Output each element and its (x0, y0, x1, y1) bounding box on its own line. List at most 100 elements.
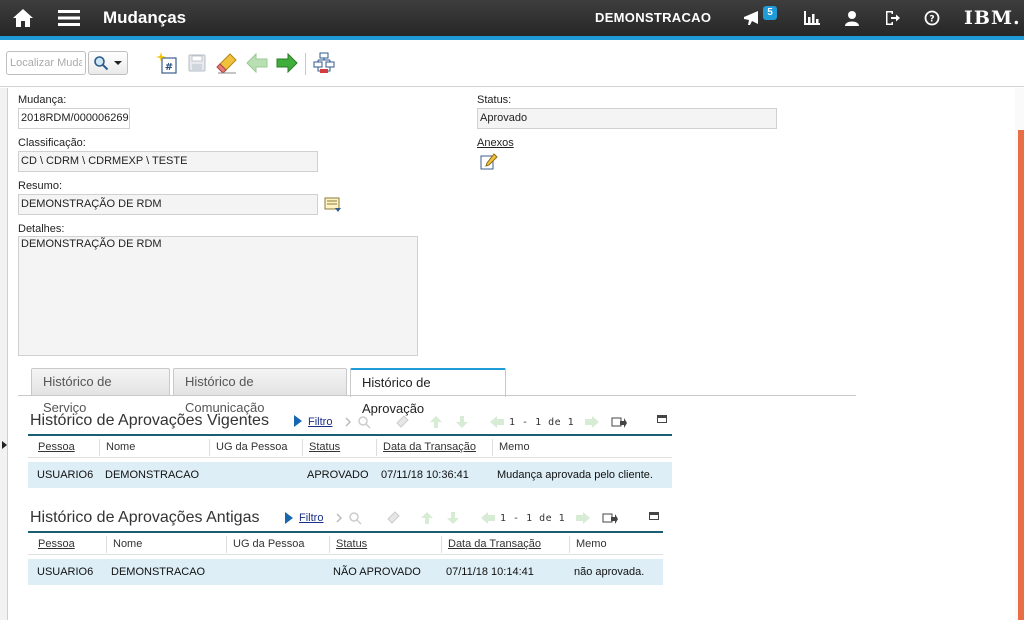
reports-icon[interactable] (803, 0, 821, 36)
cell-ug (210, 462, 215, 488)
table-row[interactable]: USUARIO6 DEMONSTRACAO APROVADO 07/11/18 … (28, 462, 672, 488)
details-textarea[interactable]: DEMONSTRAÇÃO DE RDM (18, 236, 418, 356)
column-header-nome[interactable]: Nome (101, 436, 135, 457)
old-approvals-filter-link[interactable]: Filtro (299, 512, 323, 524)
svg-text:#: # (165, 62, 173, 73)
sort-up-icon[interactable] (419, 510, 435, 526)
old-approvals-pager: 1 - 1 de 1 (500, 513, 566, 524)
attachments-button[interactable] (479, 152, 499, 172)
tab-approval-history[interactable]: Histórico de Aprovação (350, 368, 506, 416)
cell-nome: DEMONSTRACAO (105, 469, 200, 481)
column-header-ug[interactable]: UG da Pessoa (211, 436, 288, 457)
table-header: Pessoa Nome UG da Pessoa Status Data da … (28, 531, 663, 555)
chevron-right-icon (331, 510, 347, 526)
table-header: Pessoa Nome UG da Pessoa Status Data da … (28, 434, 672, 458)
long-description-icon (324, 197, 341, 212)
old-approvals-table: Pessoa Nome UG da Pessoa Status Data da … (28, 531, 663, 585)
column-header-pessoa[interactable]: Pessoa (33, 533, 75, 554)
chevron-right-icon (340, 414, 356, 430)
sort-down-icon[interactable] (454, 414, 470, 430)
details-label: Detalhes: (18, 223, 65, 235)
current-approvals-title: Histórico de Aprovações Vigentes (30, 412, 269, 429)
menu-icon[interactable] (56, 0, 82, 36)
new-record-icon: # (156, 52, 177, 74)
search-icon[interactable] (347, 510, 363, 526)
column-header-memo[interactable]: Memo (494, 436, 530, 457)
clear-filter-icon[interactable] (394, 414, 410, 430)
previous-page-icon[interactable] (480, 510, 496, 526)
workflow-button[interactable] (312, 51, 336, 75)
summary-label: Resumo: (18, 180, 63, 192)
long-description-button[interactable] (322, 194, 344, 216)
classification-label: Classificação: (18, 137, 86, 149)
filter-expand-icon[interactable] (294, 415, 302, 427)
cell-ug (226, 559, 231, 585)
clear-changes-button[interactable] (215, 51, 239, 75)
column-header-nome[interactable]: Nome (108, 533, 142, 554)
cell-memo: não aprovada. (574, 566, 645, 578)
previous-page-icon[interactable] (489, 414, 505, 430)
clear-filter-icon[interactable] (385, 510, 401, 526)
status-field[interactable]: Aprovado (477, 108, 777, 129)
previous-record-button[interactable] (245, 51, 269, 75)
search-icon[interactable] (356, 414, 372, 430)
user-profile-icon[interactable] (843, 0, 861, 36)
current-approvals-minimize-button[interactable] (657, 415, 667, 423)
column-header-data-transacao[interactable]: Data da Transação (443, 533, 541, 554)
column-header-data-transacao[interactable]: Data da Transação (378, 436, 476, 457)
column-header-status[interactable]: Status (304, 436, 340, 457)
notifications-icon[interactable] (741, 0, 763, 36)
find-change-input[interactable] (6, 51, 86, 75)
arrow-left-icon (246, 53, 268, 73)
column-header-pessoa[interactable]: Pessoa (33, 436, 75, 457)
toolbar: # (0, 40, 1024, 87)
column-header-status[interactable]: Status (331, 533, 367, 554)
current-approvals-table: Pessoa Nome UG da Pessoa Status Data da … (28, 434, 672, 488)
summary-field[interactable]: DEMONSTRAÇÃO DE RDM (18, 194, 318, 215)
tab-communication-history[interactable]: Histórico de Comunicação (173, 368, 347, 415)
cell-status: APROVADO (307, 469, 369, 481)
workflow-icon (313, 52, 335, 73)
cell-pessoa: USUARIO6 (37, 566, 94, 578)
next-page-icon[interactable] (575, 510, 591, 526)
new-record-button[interactable]: # (155, 51, 179, 75)
cell-memo: Mudança aprovada pelo cliente. (497, 469, 653, 481)
table-row[interactable]: USUARIO6 DEMONSTRACAO NÃO APROVADO 07/11… (28, 559, 663, 585)
download-icon[interactable] (602, 510, 618, 526)
cell-status: NÃO APROVADO (333, 566, 421, 578)
change-number-field[interactable]: 2018RDM/0000062699 (18, 108, 130, 129)
search-options-button[interactable] (88, 51, 128, 75)
chevron-down-icon (114, 61, 122, 65)
cell-data-transacao: 07/11/18 10:14:41 (446, 566, 534, 578)
current-approvals-filter-link[interactable]: Filtro (308, 416, 332, 428)
sort-up-icon[interactable] (428, 414, 444, 430)
help-icon[interactable]: ? (923, 0, 941, 36)
cell-nome: DEMONSTRACAO (111, 566, 206, 578)
next-record-button[interactable] (275, 51, 299, 75)
search-icon (94, 56, 109, 71)
expand-arrow-icon (2, 441, 7, 449)
home-icon[interactable] (10, 0, 36, 36)
organization-name: DEMONSTRACAO (595, 10, 712, 25)
filter-expand-icon[interactable] (285, 512, 293, 524)
arrow-right-icon (276, 53, 298, 73)
eraser-icon (216, 53, 237, 74)
app-title: Mudanças (103, 8, 187, 27)
attachments-link[interactable]: Anexos (477, 137, 514, 149)
column-header-ug[interactable]: UG da Pessoa (228, 533, 305, 554)
next-page-icon[interactable] (584, 414, 600, 430)
column-header-memo[interactable]: Memo (571, 533, 607, 554)
tab-service-history[interactable]: Histórico de Serviço (31, 368, 170, 415)
side-panel-toggle[interactable] (0, 88, 8, 620)
sort-down-icon[interactable] (445, 510, 461, 526)
classification-field[interactable]: CD \ CDRM \ CDRMEXP \ TESTE (18, 151, 318, 172)
logout-icon[interactable] (883, 0, 901, 36)
svg-text:?: ? (929, 15, 934, 25)
cell-pessoa: USUARIO6 (37, 469, 94, 481)
scrollbar-thumb[interactable] (1018, 130, 1024, 620)
download-icon[interactable] (611, 414, 627, 430)
notification-count-badge: 5 (763, 6, 777, 20)
cell-data-transacao: 07/11/18 10:36:41 (381, 469, 469, 481)
old-approvals-minimize-button[interactable] (649, 512, 659, 520)
save-button[interactable] (185, 51, 209, 75)
